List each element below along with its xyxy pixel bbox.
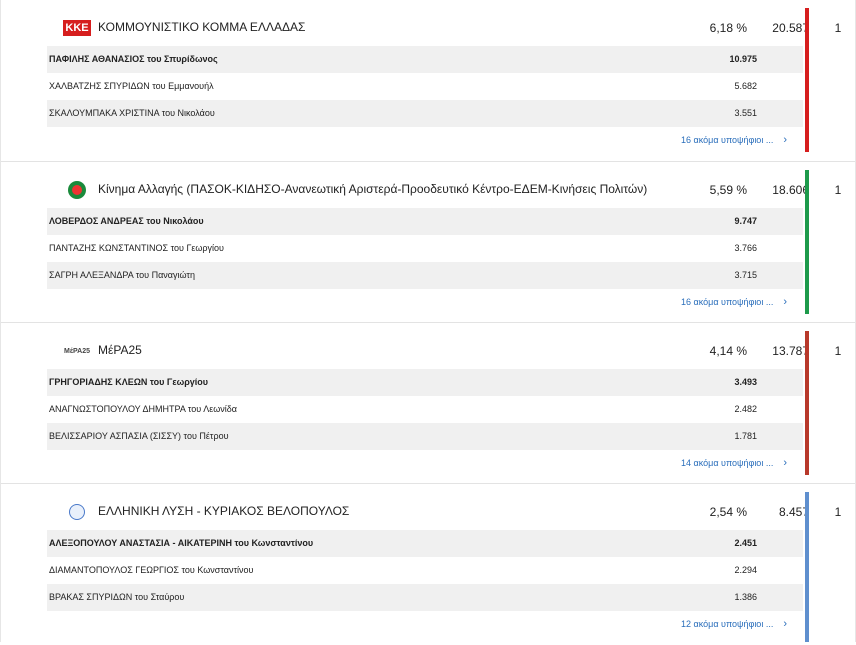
party-card-elliniki-lysi: ΕΛΛΗΝΙΚΗ ΛΥΣΗ - ΚΥΡΙΑΚΟΣ ΒΕΛΟΠΟΥΛΟΣ 2,54… [1, 484, 855, 645]
candidate-name: ΒΕΛΙΣΣΑΡΙΟΥ ΑΣΠΑΣΙΑ (ΣΙΣΣΥ) του Πέτρου [49, 431, 229, 441]
party-seats: 1 [834, 183, 842, 197]
party-color-bar [805, 170, 809, 314]
candidate-name: ΓΡΗΓΟΡΙΑΔΗΣ ΚΛΕΩΝ του Γεωργίου [49, 377, 209, 387]
candidate-row[interactable]: ΑΝΑΓΝΩΣΤΟΠΟΥΛΟΥ ΔΗΜΗΤΡΑ του Λεωνίδα 2.48… [47, 396, 803, 423]
candidate-votes: 2.294 [734, 565, 757, 575]
party-percent: 2,54 % [709, 505, 747, 519]
more-candidates-label: 16 ακόμα υποψήφιοι ... [681, 135, 774, 145]
pasok-logo-icon [63, 180, 91, 200]
candidate-name: ΠΑΦΙΛΗΣ ΑΘΑΝΑΣΙΟΣ του Σπυρίδωνος [49, 54, 218, 64]
candidate-row[interactable]: ΛΟΒΕΡΔΟΣ ΑΝΔΡΕΑΣ του Νικολάου 9.747 [47, 208, 803, 235]
results-page: KKE ΚΟΜΜΟΥΝΙΣΤΙΚΟ ΚΟΜΜΑ ΕΛΛΑΔΑΣ 6,18 % 2… [0, 0, 856, 642]
party-header: ΜέΡΑ25 ΜέΡΑ25 4,14 % 13.787 1 [63, 335, 841, 365]
candidate-votes: 1.386 [734, 592, 757, 602]
candidate-list: ΓΡΗΓΟΡΙΑΔΗΣ ΚΛΕΩΝ του Γεωργίου 3.493 ΑΝΑ… [47, 369, 803, 450]
candidate-votes: 2.451 [734, 538, 757, 548]
kke-logo-text: KKE [63, 20, 91, 36]
candidate-votes: 3.493 [734, 377, 757, 387]
party-color-bar [805, 331, 809, 475]
candidate-row[interactable]: ΣΚΑΛΟΥΜΠΑΚΑ ΧΡΙΣΤΙΝΑ του Νικολάου 3.551 [47, 100, 803, 127]
chevron-right-icon: › [783, 457, 787, 469]
party-header: ΕΛΛΗΝΙΚΗ ΛΥΣΗ - ΚΥΡΙΑΚΟΣ ΒΕΛΟΠΟΥΛΟΣ 2,54… [63, 496, 841, 526]
party-percent: 4,14 % [709, 344, 747, 358]
candidate-votes: 5.682 [734, 81, 757, 91]
candidate-name: ΛΟΒΕΡΔΟΣ ΑΝΔΡΕΑΣ του Νικολάου [49, 216, 204, 226]
candidate-list: ΑΛΕΞΟΠΟΥΛΟΥ ΑΝΑΣΤΑΣΙΑ - ΑΙΚΑΤΕΡΙΝΗ του Κ… [47, 530, 803, 611]
candidate-votes: 9.747 [734, 216, 757, 226]
more-candidates-link[interactable]: 16 ακόμα υποψήφιοι ... › [601, 134, 787, 148]
candidate-votes: 3.551 [734, 108, 757, 118]
candidate-votes: 1.781 [734, 431, 757, 441]
party-percent: 6,18 % [709, 21, 747, 35]
candidate-row[interactable]: ΠΑΦΙΛΗΣ ΑΘΑΝΑΣΙΟΣ του Σπυρίδωνος 10.975 [47, 46, 803, 73]
chevron-right-icon: › [783, 134, 787, 146]
candidate-row[interactable]: ΣΑΓΡΗ ΑΛΕΞΑΝΔΡΑ του Παναγιώτη 3.715 [47, 262, 803, 289]
candidate-row[interactable]: ΠΑΝΤΑΖΗΣ ΚΩΝΣΤΑΝΤΙΝΟΣ του Γεωργίου 3.766 [47, 235, 803, 262]
candidate-name: ΒΡΑΚΑΣ ΣΠΥΡΙΔΩΝ του Σταύρου [49, 592, 185, 602]
party-name: ΜέΡΑ25 [98, 343, 142, 357]
candidate-name: ΣΑΓΡΗ ΑΛΕΞΑΝΔΡΑ του Παναγιώτη [49, 270, 195, 280]
candidate-votes: 3.766 [734, 243, 757, 253]
more-candidates-label: 12 ακόμα υποψήφιοι ... [681, 619, 774, 629]
party-header: Κίνημα Αλλαγής (ΠΑΣΟΚ-ΚΙΔΗΣΟ-Ανανεωτική … [63, 174, 841, 204]
party-votes: 20.587 [772, 21, 809, 35]
party-name: ΕΛΛΗΝΙΚΗ ΛΥΣΗ - ΚΥΡΙΑΚΟΣ ΒΕΛΟΠΟΥΛΟΣ [98, 504, 350, 518]
chevron-right-icon: › [783, 296, 787, 308]
party-color-bar [805, 492, 809, 642]
party-color-bar [805, 8, 809, 152]
party-name: Κίνημα Αλλαγής (ΠΑΣΟΚ-ΚΙΔΗΣΟ-Ανανεωτική … [98, 182, 648, 196]
candidate-votes: 10.975 [729, 54, 757, 64]
candidate-name: ΣΚΑΛΟΥΜΠΑΚΑ ΧΡΙΣΤΙΝΑ του Νικολάου [49, 108, 215, 118]
kke-logo-icon: KKE [63, 18, 91, 38]
party-name: ΚΟΜΜΟΥΝΙΣΤΙΚΟ ΚΟΜΜΑ ΕΛΛΑΔΑΣ [98, 20, 306, 34]
candidate-name: ΑΛΕΞΟΠΟΥΛΟΥ ΑΝΑΣΤΑΣΙΑ - ΑΙΚΑΤΕΡΙΝΗ του Κ… [49, 538, 314, 548]
party-votes: 13.787 [772, 344, 809, 358]
candidate-list: ΛΟΒΕΡΔΟΣ ΑΝΔΡΕΑΣ του Νικολάου 9.747 ΠΑΝΤ… [47, 208, 803, 289]
party-seats: 1 [834, 505, 842, 519]
candidate-name: ΔΙΑΜΑΝΤΟΠΟΥΛΟΣ ΓΕΩΡΓΙΟΣ του Κωνσταντίνου [49, 565, 254, 575]
candidate-name: ΧΑΛΒΑΤΖΗΣ ΣΠΥΡΙΔΩΝ του Εμμανουήλ [49, 81, 214, 91]
candidate-row[interactable]: ΧΑΛΒΑΤΖΗΣ ΣΠΥΡΙΔΩΝ του Εμμανουήλ 5.682 [47, 73, 803, 100]
candidate-votes: 2.482 [734, 404, 757, 414]
party-seats: 1 [834, 344, 842, 358]
more-candidates-link[interactable]: 16 ακόμα υποψήφιοι ... › [601, 296, 787, 310]
party-votes: 8.457 [778, 505, 809, 519]
more-candidates-link[interactable]: 14 ακόμα υποψήφιοι ... › [601, 457, 787, 471]
candidate-row[interactable]: ΒΡΑΚΑΣ ΣΠΥΡΙΔΩΝ του Σταύρου 1.386 [47, 584, 803, 611]
elliniki-lysi-logo-icon [63, 502, 91, 522]
more-candidates-label: 16 ακόμα υποψήφιοι ... [681, 297, 774, 307]
party-seats: 1 [834, 21, 842, 35]
candidate-row[interactable]: ΓΡΗΓΟΡΙΑΔΗΣ ΚΛΕΩΝ του Γεωργίου 3.493 [47, 369, 803, 396]
candidate-row[interactable]: ΔΙΑΜΑΝΤΟΠΟΥΛΟΣ ΓΕΩΡΓΙΟΣ του Κωνσταντίνου… [47, 557, 803, 584]
party-votes: 18.606 [772, 183, 809, 197]
candidate-list: ΠΑΦΙΛΗΣ ΑΘΑΝΑΣΙΟΣ του Σπυρίδωνος 10.975 … [47, 46, 803, 127]
party-percent: 5,59 % [709, 183, 747, 197]
party-card-pasok: Κίνημα Αλλαγής (ΠΑΣΟΚ-ΚΙΔΗΣΟ-Ανανεωτική … [1, 162, 855, 323]
mera25-logo-icon: ΜέΡΑ25 [63, 341, 91, 361]
candidate-name: ΑΝΑΓΝΩΣΤΟΠΟΥΛΟΥ ΔΗΜΗΤΡΑ του Λεωνίδα [49, 404, 237, 414]
candidate-row[interactable]: ΑΛΕΞΟΠΟΥΛΟΥ ΑΝΑΣΤΑΣΙΑ - ΑΙΚΑΤΕΡΙΝΗ του Κ… [47, 530, 803, 557]
more-candidates-link[interactable]: 12 ακόμα υποψήφιοι ... › [601, 618, 787, 632]
mera25-logo-text: ΜέΡΑ25 [64, 347, 90, 355]
party-header: KKE ΚΟΜΜΟΥΝΙΣΤΙΚΟ ΚΟΜΜΑ ΕΛΛΑΔΑΣ 6,18 % 2… [63, 12, 841, 42]
candidate-name: ΠΑΝΤΑΖΗΣ ΚΩΝΣΤΑΝΤΙΝΟΣ του Γεωργίου [49, 243, 224, 253]
party-card-kke: KKE ΚΟΜΜΟΥΝΙΣΤΙΚΟ ΚΟΜΜΑ ΕΛΛΑΔΑΣ 6,18 % 2… [1, 0, 855, 161]
candidate-row[interactable]: ΒΕΛΙΣΣΑΡΙΟΥ ΑΣΠΑΣΙΑ (ΣΙΣΣΥ) του Πέτρου 1… [47, 423, 803, 450]
more-candidates-label: 14 ακόμα υποψήφιοι ... [681, 458, 774, 468]
party-card-mera25: ΜέΡΑ25 ΜέΡΑ25 4,14 % 13.787 1 ΓΡΗΓΟΡΙΑΔΗ… [1, 323, 855, 484]
candidate-votes: 3.715 [734, 270, 757, 280]
chevron-right-icon: › [783, 618, 787, 630]
